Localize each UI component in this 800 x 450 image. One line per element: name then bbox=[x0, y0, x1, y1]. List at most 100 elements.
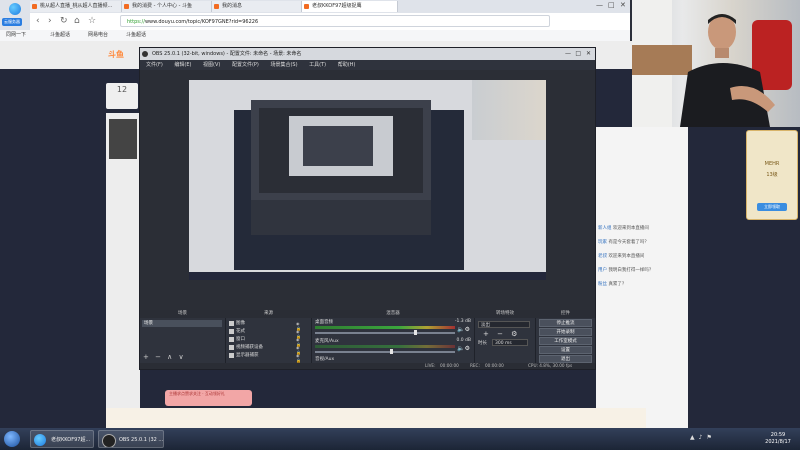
nested-obs-frame bbox=[303, 126, 373, 166]
back-icon[interactable]: ‹ bbox=[36, 16, 40, 26]
tab-my-consumption[interactable]: 我的消费 - 个人中心 - 斗鱼 bbox=[122, 1, 212, 12]
network-icon[interactable]: ▲ bbox=[690, 434, 699, 441]
chat-message: 老叔 欢迎来到本直播间 bbox=[598, 254, 645, 259]
close-icon[interactable]: ✕ bbox=[620, 1, 626, 9]
menu-tools[interactable]: 工具(T) bbox=[309, 62, 326, 68]
scene-item[interactable]: 场景 bbox=[142, 320, 222, 327]
menu-file[interactable]: 文件(F) bbox=[146, 62, 163, 68]
volume-slider-handle[interactable] bbox=[414, 330, 417, 335]
bookmark-item[interactable]: 同网一下 bbox=[6, 30, 26, 41]
scene-dock-buttons[interactable]: + − ∧ ∨ bbox=[143, 353, 186, 361]
transition-add-remove-buttons[interactable]: + − ⚙ bbox=[483, 330, 520, 338]
start-recording-button[interactable]: 开始录制 bbox=[539, 328, 592, 336]
transition-select[interactable]: 淡出 bbox=[478, 321, 530, 328]
minimize-icon[interactable]: — bbox=[565, 48, 571, 60]
menu-scene-collection[interactable]: 场景集合(S) bbox=[270, 62, 297, 68]
bookmark-item[interactable]: 网易电台 bbox=[88, 30, 108, 41]
nested-obs-window bbox=[251, 100, 431, 235]
tab-my-messages[interactable]: 我的消息 bbox=[212, 1, 302, 12]
tab-active-stream[interactable]: 老叔KKOF97超级捉鹰 bbox=[302, 1, 398, 12]
maximize-icon[interactable]: □ bbox=[608, 1, 615, 9]
chat-message: 玩家 有是今天套着了吗？ bbox=[598, 240, 649, 245]
douyu-favicon-icon bbox=[304, 4, 309, 9]
claim-button[interactable]: 立即领取 bbox=[757, 203, 787, 211]
webcam-overlay bbox=[632, 0, 800, 127]
forward-icon[interactable]: › bbox=[48, 16, 52, 26]
tab-douyu-room[interactable]: 桃从超人直播_桃从超人直播频... bbox=[30, 1, 122, 12]
taskbar-item-obs[interactable]: OBS 25.0.1 (32 ... bbox=[98, 430, 164, 448]
url-input[interactable]: https://www.douyu.com/topic/KOF97GNE?rid… bbox=[120, 15, 550, 27]
speaker-icon[interactable]: 🔈⚙ bbox=[457, 345, 470, 352]
bookmark-item[interactable]: 斗鱼超话 bbox=[126, 30, 146, 41]
notification-icon[interactable]: ⚑ bbox=[706, 434, 715, 441]
source-item[interactable]: 显示器捕获 ◉🔒 bbox=[228, 352, 306, 363]
speaker-icon[interactable]: 🔈⚙ bbox=[457, 326, 470, 333]
display-source-icon bbox=[229, 353, 234, 358]
exit-button[interactable]: 退出 bbox=[539, 355, 592, 363]
douyu-favicon-icon bbox=[124, 4, 129, 9]
rank-card[interactable]: 12 bbox=[106, 83, 138, 109]
taskbar-item-browser[interactable]: 老叔KKOF97超... bbox=[30, 430, 94, 448]
audio-meter bbox=[315, 326, 455, 329]
chat-message: 粉丝 真累了？ bbox=[598, 282, 627, 287]
volume-slider[interactable] bbox=[315, 351, 455, 353]
reload-icon[interactable]: ↻ bbox=[60, 16, 68, 26]
menu-edit[interactable]: 编辑(E) bbox=[174, 62, 191, 68]
chat-message: 新人组 欢迎来到本直播间 bbox=[598, 226, 649, 231]
scenes-header: 场景 bbox=[178, 311, 187, 316]
bookmark-star-icon[interactable]: ☆ bbox=[88, 16, 96, 26]
taskbar-clock[interactable]: 20:59 2021/8/17 bbox=[760, 432, 796, 446]
volume-slider[interactable] bbox=[315, 332, 455, 334]
close-icon[interactable]: ✕ bbox=[586, 48, 591, 60]
source-item[interactable]: 视频捕获设备 ◉🔒 bbox=[228, 344, 306, 355]
visibility-lock-icon[interactable]: ◉🔒 bbox=[296, 337, 304, 347]
obs-window: OBS 25.0.1 (32-bit, windows) - 配置文件: 未命名… bbox=[139, 47, 596, 370]
start-button[interactable] bbox=[2, 430, 22, 448]
visibility-lock-icon[interactable]: ◉🔒 bbox=[296, 353, 304, 363]
sources-header: 来源 bbox=[264, 311, 273, 316]
obs-logo-icon bbox=[142, 51, 148, 57]
studio-mode-button[interactable]: 工作室模式 bbox=[539, 337, 592, 345]
live-time: 00:00:00 bbox=[440, 363, 459, 368]
source-item[interactable]: 窗口 ◉🔒 bbox=[228, 336, 306, 347]
nested-taskbar bbox=[189, 272, 546, 280]
source-item[interactable]: 图像 ◉🔒 bbox=[228, 320, 306, 331]
camera-source-icon bbox=[229, 345, 234, 350]
360-browser-icon bbox=[9, 3, 21, 15]
window-controls: — □ ✕ bbox=[556, 0, 630, 13]
minimize-icon[interactable]: — bbox=[596, 1, 603, 9]
nested-webcam bbox=[472, 80, 546, 140]
system-tray[interactable]: ▲♪⚑ bbox=[690, 434, 755, 444]
preview-canvas[interactable] bbox=[189, 80, 546, 280]
browser-icon bbox=[34, 434, 46, 446]
promo-pill[interactable]: 主播求点赞求关注 · 互动领好礼 bbox=[165, 390, 252, 406]
visibility-lock-icon[interactable]: ◉🔒 bbox=[296, 321, 304, 331]
menu-view[interactable]: 视图(V) bbox=[203, 62, 220, 68]
controls-dock: 停止推流 开始录制 工作室模式 设置 退出 bbox=[536, 318, 596, 363]
left-sidebar bbox=[106, 113, 140, 408]
sources-dock: 图像 ◉🔒 花式 ◉🔒 窗口 ◉🔒 视频捕获设备 ◉🔒 显示器捕获 ◉🔒 bbox=[226, 318, 312, 363]
menu-help[interactable]: 帮助(H) bbox=[338, 62, 356, 68]
obs-preview-area[interactable] bbox=[140, 70, 595, 310]
fan-badge-card[interactable]: MEHR 13级 立即领取 bbox=[746, 130, 798, 220]
home-icon[interactable]: ⌂ bbox=[74, 16, 80, 26]
mixer-db-readout: -1.3 dB bbox=[454, 319, 471, 324]
volume-slider-handle[interactable] bbox=[390, 349, 393, 354]
maximize-icon[interactable]: □ bbox=[575, 48, 581, 60]
browser-tab-bar: 桃从超人直播_桃从超人直播频... 我的消费 - 个人中心 - 斗鱼 我的消息 … bbox=[0, 0, 630, 13]
visibility-lock-icon[interactable]: ◉🔒 bbox=[296, 345, 304, 355]
address-bar-row: ‹ › ↻ ⌂ ☆ https://www.douyu.com/topic/KO… bbox=[30, 13, 630, 31]
douyu-favicon-icon bbox=[32, 4, 37, 9]
menu-profile[interactable]: 配置文件(P) bbox=[232, 62, 259, 68]
browser-logo[interactable]: 云服务器 bbox=[0, 0, 30, 32]
source-item[interactable]: 花式 ◉🔒 bbox=[228, 328, 306, 339]
anchor-thumbnail[interactable] bbox=[109, 119, 137, 159]
chat-message: 用户 我明白我打得一样吗？ bbox=[598, 268, 654, 273]
settings-button[interactable]: 设置 bbox=[539, 346, 592, 354]
stop-streaming-button[interactable]: 停止推流 bbox=[539, 319, 592, 327]
obs-title-bar[interactable]: OBS 25.0.1 (32-bit, windows) - 配置文件: 未命名… bbox=[140, 48, 595, 60]
rec-time: 00:00:00 bbox=[485, 363, 504, 368]
visibility-lock-icon[interactable]: ◉🔒 bbox=[296, 329, 304, 339]
bookmark-item[interactable]: 斗鱼超话 bbox=[50, 30, 70, 41]
duration-input[interactable]: 300 ms bbox=[492, 339, 528, 346]
